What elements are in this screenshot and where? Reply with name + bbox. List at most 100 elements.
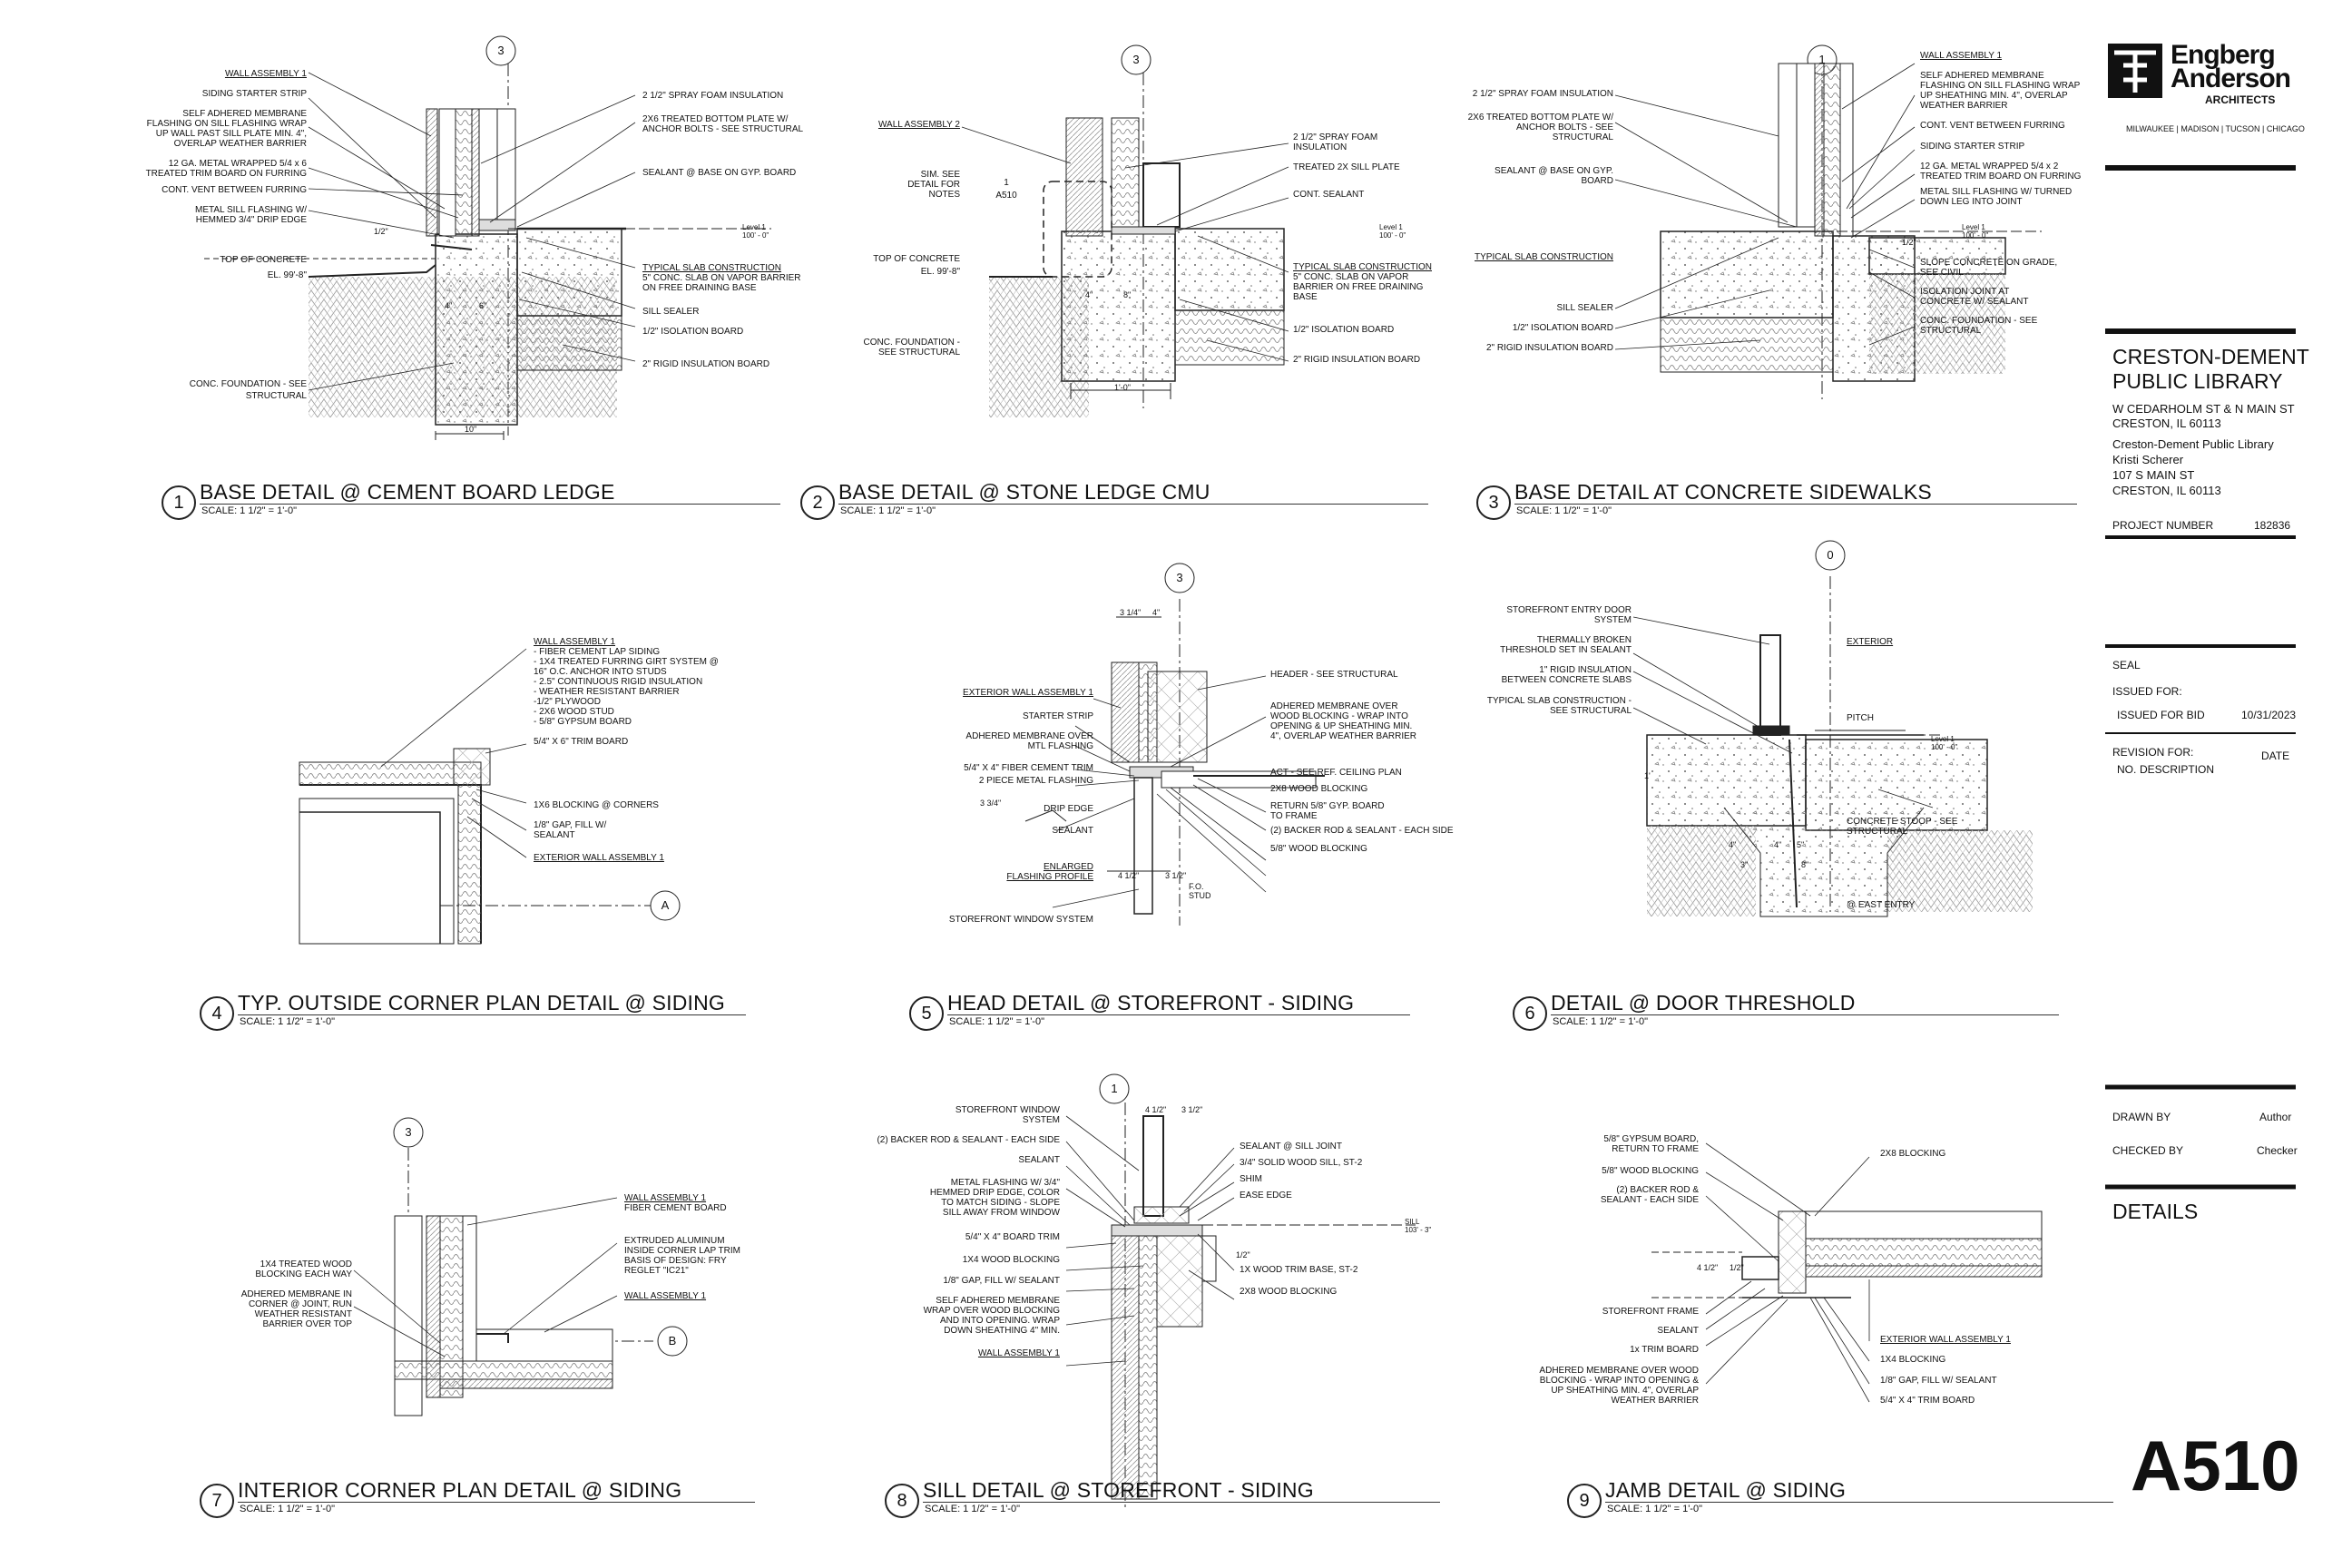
annotation-label: STARTER STRIP <box>1023 711 1093 721</box>
dimension-label: 8" <box>1123 290 1132 299</box>
drawing-sheet <box>204 35 2296 1511</box>
dimension-label: 6" <box>479 301 487 310</box>
annotation-label: 5/4" X 4" TRIM BOARD <box>1880 1396 1975 1406</box>
dimension-label: 1'-0" <box>1114 383 1131 392</box>
project-title-1: CRESTON-DEMENT <box>2112 345 2309 368</box>
annotation-label: SEALANT @ SILL JOINT <box>1240 1142 1342 1152</box>
revision-label: REVISION FOR: <box>2112 746 2194 759</box>
grid-bubble-label: 0 <box>1827 548 1834 562</box>
annotation-label: DOWN SHEATHING 4" MIN. <box>944 1326 1060 1336</box>
grid-bubble-label: 3 <box>497 44 505 57</box>
dimension-label: 3 1/2" <box>1181 1105 1203 1114</box>
detail-title: INTERIOR CORNER PLAN DETAIL @ SIDING <box>238 1478 682 1502</box>
detail-title: BASE DETAIL @ STONE LEDGE CMU <box>838 480 1210 504</box>
annotation-label: BASE <box>1293 292 1318 302</box>
annotation-label: METAL FLASHING W/ 3/4" <box>950 1178 1060 1188</box>
annotation-label: MTL FLASHING <box>1027 741 1093 751</box>
annotation-label: UP SHEATHING MIN. 4", OVERLAP <box>1551 1386 1699 1396</box>
level-tag: 100' - 0" <box>742 231 769 240</box>
annotation-label: 2 PIECE METAL FLASHING <box>978 776 1093 786</box>
detail-title: DETAIL @ DOOR THRESHOLD <box>1551 991 1856 1014</box>
detail-number: 8 <box>885 1484 919 1518</box>
annotation-label: 5/8" GYPSUM BOARD, <box>1603 1134 1699 1144</box>
annotation-label: (2) BACKER ROD & <box>1616 1185 1699 1195</box>
project-title-2: PUBLIC LIBRARY <box>2112 369 2283 393</box>
annotation-label: 1/2" ISOLATION BOARD <box>642 327 744 337</box>
annotation-label: CONCRETE STOOP - SEE <box>1847 817 1958 827</box>
annotation-label: PITCH <box>1847 713 1874 723</box>
annotation-label: WEATHER RESISTANT <box>254 1309 352 1319</box>
annotation-label: CONCRETE W/ SEALANT <box>1920 297 2029 307</box>
annotation-label: TYPICAL SLAB CONSTRUCTION <box>642 263 781 273</box>
annotation-label: ANCHOR BOLTS - SEE STRUCTURAL <box>642 124 804 134</box>
annotation-label: - 2X6 WOOD STUD <box>534 707 614 717</box>
seal-label: SEAL <box>2112 659 2141 671</box>
issued-for: ISSUED FOR BID <box>2117 709 2205 721</box>
grid-bubble-label: A <box>661 898 670 912</box>
annotation-label: SYSTEM <box>1593 615 1632 625</box>
dimension-label: 1/2" <box>1236 1250 1250 1259</box>
annotation-label: EXTERIOR WALL ASSEMBLY 1 <box>534 853 664 863</box>
firm-name-3: ARCHITECTS <box>2205 93 2276 106</box>
dimension-label: STUD <box>1189 891 1211 900</box>
annotation-label: SEALANT @ BASE ON GYP. <box>1494 166 1613 176</box>
annotation-label: SELF ADHERED MEMBRANE <box>1920 71 2044 81</box>
detail-number: 6 <box>1513 996 1547 1031</box>
annotation-label: 2X8 BLOCKING <box>1880 1149 1946 1159</box>
annotation-label: ADHERED MEMBRANE OVER <box>1270 701 1398 711</box>
dimension-label: 8" <box>1801 860 1809 869</box>
grid-bubble-label: 3 <box>1132 53 1140 66</box>
grid-bubble-label: 1 <box>1818 53 1826 66</box>
dimension-label: 4" <box>1152 608 1161 617</box>
grid-bubble-label: 3 <box>1176 571 1183 584</box>
title-block-rules <box>2105 165 2296 1190</box>
level-tag: Level 1 <box>1962 223 1985 231</box>
annotation-label: EL. 99'-8" <box>267 270 307 280</box>
annotation-label: INSIDE CORNER LAP TRIM <box>624 1246 740 1256</box>
detail-title: JAMB DETAIL @ SIDING <box>1605 1478 1847 1502</box>
client-1: Creston-Dement Public Library <box>2112 437 2274 451</box>
issued-date: 10/31/2023 <box>2241 709 2297 721</box>
annotation-label: - FIBER CEMENT LAP SIDING <box>534 647 661 657</box>
annotation-label: 5/8" WOOD BLOCKING <box>1270 844 1367 854</box>
annotation-label: BARRIER OVER TOP <box>262 1319 352 1329</box>
annotation-label: THERMALLY BROKEN <box>1536 635 1632 645</box>
detail-scale: SCALE: 1 1/2" = 1'-0" <box>1516 505 1612 516</box>
annotation-label: 1X4 TREATED WOOD <box>260 1259 352 1269</box>
annotation-label: HEMMED 3/4" DRIP EDGE <box>195 215 307 225</box>
annotation-label: 1/8" GAP, FILL W/ SEALANT <box>943 1276 1060 1286</box>
annotation-label: SEALANT <box>1052 826 1093 836</box>
dimension-label: 3 3/4" <box>980 799 1002 808</box>
annotation-label: WALL ASSEMBLY 1 <box>1920 51 2003 61</box>
annotation-label: CONT. SEALANT <box>1293 190 1365 200</box>
annotation-label: EXTERIOR WALL ASSEMBLY 1 <box>963 688 1093 698</box>
annotation-label: INSULATION <box>1293 142 1348 152</box>
project-number-label: PROJECT NUMBER <box>2112 519 2214 532</box>
annotation-label: SIM. SEE <box>920 170 960 180</box>
annotation-label: TYPICAL SLAB CONSTRUCTION <box>1475 252 1613 262</box>
annotation-label: 5" CONC. SLAB ON VAPOR <box>1293 272 1409 282</box>
annotation-label: WALL ASSEMBLY 2 <box>877 120 960 130</box>
dimension-label: 4" <box>1729 840 1737 849</box>
annotation-label: SIDING STARTER STRIP <box>1920 142 2025 152</box>
annotation-label: BLOCKING EACH WAY <box>255 1269 352 1279</box>
detail-title: BASE DETAIL AT CONCRETE SIDEWALKS <box>1514 480 1932 504</box>
annotation-label: 4", OVERLAP WEATHER BARRIER <box>1270 731 1416 741</box>
revision-date-label: DATE <box>2261 750 2290 762</box>
detail-number: 5 <box>909 996 944 1031</box>
annotation-label: SHIM <box>1240 1174 1262 1184</box>
annotation-label: 1x TRIM BOARD <box>1630 1345 1699 1355</box>
annotation-label: 1X4 BLOCKING <box>1880 1355 1946 1365</box>
annotation-label: TOP OF CONCRETE <box>873 254 960 264</box>
annotation-label: CORNER @ JOINT, RUN <box>248 1299 352 1309</box>
annotation-label: 3/4" SOLID WOOD SILL, ST-2 <box>1240 1158 1363 1168</box>
annotation-label: 5/4" X 4" BOARD TRIM <box>965 1232 1060 1242</box>
annotation-label: 2X8 WOOD BLOCKING <box>1240 1287 1338 1297</box>
level-tag: 100' - 0" <box>1379 231 1406 240</box>
level-tag: Level 1 <box>742 223 766 231</box>
annotation-label: ISOLATION JOINT AT <box>1920 287 2010 297</box>
detail-callout-label: 1 <box>1004 178 1009 188</box>
annotation-label: EXTERIOR <box>1847 637 1894 647</box>
annotation-label: METAL SILL FLASHING W/ <box>195 205 307 215</box>
dimension-label: 4" <box>445 301 453 310</box>
